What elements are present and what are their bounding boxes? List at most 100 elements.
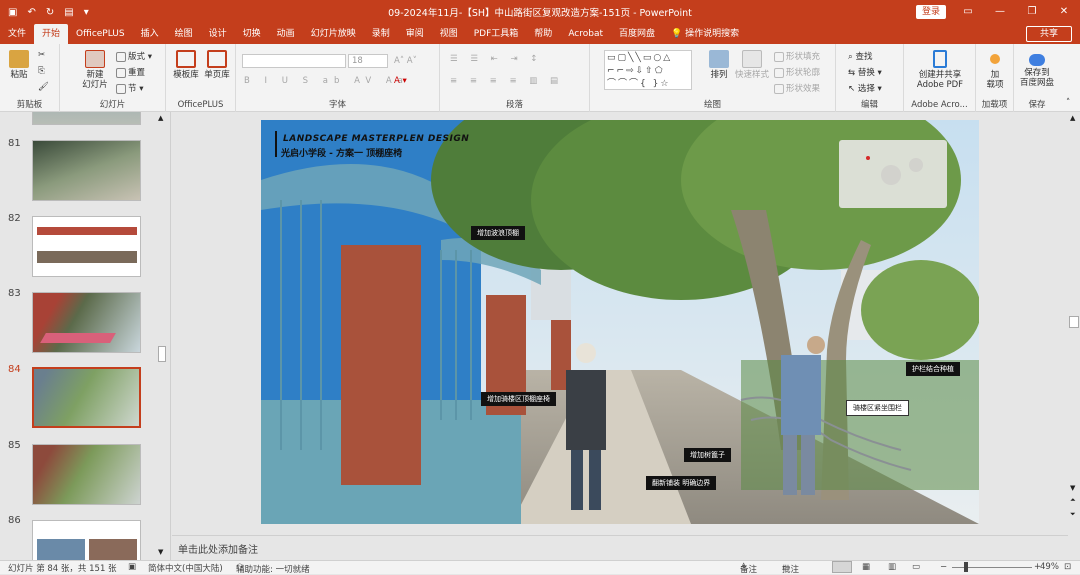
select-button[interactable]: ↖ 选择 ▾: [848, 82, 882, 94]
login-button[interactable]: 登录: [916, 5, 946, 19]
section-button[interactable]: 节 ▾: [116, 82, 143, 94]
present-icon[interactable]: ▤: [64, 7, 73, 18]
current-slide[interactable]: LANDSCAPE MASTERPLEN DESIGN 光启小学段 - 方案一 …: [261, 120, 979, 524]
callout-new-paving: 翻新铺装 明确边界: [646, 476, 717, 490]
quick-styles-button[interactable]: 快速样式: [734, 50, 770, 80]
language-status[interactable]: 简体中文(中国大陆): [148, 562, 223, 574]
cut-icon[interactable]: ✂: [38, 50, 45, 60]
reset-button[interactable]: 重置: [116, 66, 145, 78]
layout-button[interactable]: 版式 ▾: [116, 50, 152, 62]
pane-divider: [170, 112, 171, 560]
shapes-gallery[interactable]: ▭▢╲╲▭○△ ⌐⌐⇨⇩⇧⬠ ⌒⌒⌒{ }☆: [604, 50, 692, 90]
normal-view-icon[interactable]: [832, 561, 852, 573]
undo-icon[interactable]: ↶: [27, 7, 35, 18]
find-button[interactable]: ⌕ 查找: [848, 50, 872, 62]
addins-button[interactable]: 加 载项: [980, 50, 1010, 90]
format-painter-icon[interactable]: 🖌: [38, 82, 49, 92]
scroll-down-icon[interactable]: ▼: [1070, 484, 1075, 492]
layout-icon: [116, 51, 126, 62]
ribbon-display-icon[interactable]: ▭: [952, 0, 984, 24]
thumbnails-scrollbar[interactable]: ▲ ▼: [156, 112, 168, 560]
close-icon[interactable]: ✕: [1048, 0, 1080, 24]
collapse-ribbon-icon[interactable]: ˄: [1066, 98, 1070, 108]
tell-me-search[interactable]: 💡 操作说明搜索: [663, 24, 747, 44]
font-grow-icon[interactable]: A˄ A˅: [394, 56, 417, 66]
tab-acrobat[interactable]: Acrobat: [560, 24, 611, 44]
create-share-pdf-button[interactable]: 创建并共享 Adobe PDF: [908, 50, 972, 90]
tab-baidu[interactable]: 百度网盘: [611, 24, 663, 44]
slide-sorter-icon[interactable]: ▦: [862, 562, 870, 572]
list-icons[interactable]: ☰ ☰ ⇤ ⇥ ↕: [450, 54, 542, 64]
tab-pdf-toolbox[interactable]: PDF工具箱: [466, 24, 527, 44]
zoom-out-icon[interactable]: −: [940, 562, 947, 572]
font-format-icons[interactable]: B I U S ab AV Aa: [244, 76, 409, 86]
slide-scrollbar[interactable]: ▲ ▼ ⏶ ⏷: [1068, 112, 1080, 535]
tab-file[interactable]: 文件: [0, 24, 34, 44]
shape-effects-button[interactable]: 形状效果: [774, 82, 820, 94]
slide-title-cn: 光启小学段 - 方案一 顶棚座椅: [281, 149, 403, 159]
scroll-down-icon[interactable]: ▼: [158, 548, 163, 556]
customize-icon[interactable]: ▾: [84, 7, 89, 18]
font-size-field[interactable]: 18: [348, 54, 388, 68]
tab-help[interactable]: 帮助: [526, 24, 560, 44]
new-slide-button[interactable]: 新建 幻灯片: [78, 50, 112, 90]
zoom-slider-thumb[interactable]: [964, 562, 968, 572]
tab-home[interactable]: 开始: [34, 24, 69, 44]
slideshow-view-icon[interactable]: ▭: [912, 562, 920, 572]
minimize-icon[interactable]: —: [984, 0, 1016, 24]
slide-thumbnail[interactable]: [32, 292, 141, 353]
previous-slide-icon[interactable]: ⏶: [1070, 496, 1076, 505]
maximize-icon[interactable]: ❐: [1016, 0, 1048, 24]
share-button[interactable]: 共享: [1026, 26, 1072, 42]
reading-view-icon[interactable]: ▥: [888, 562, 896, 572]
save-icon[interactable]: ▣: [8, 7, 17, 18]
slide-thumbnail[interactable]: [32, 112, 141, 125]
copy-icon[interactable]: ⎘: [38, 66, 45, 76]
tab-insert[interactable]: 插入: [133, 24, 167, 44]
slide-thumbnail[interactable]: [32, 216, 141, 277]
group-clipboard: 粘贴 ✂ ⎘ 🖌 剪贴板: [0, 44, 60, 112]
slide-title-en: LANDSCAPE MASTERPLEN DESIGN: [283, 134, 470, 144]
font-name-field[interactable]: [242, 54, 346, 68]
tab-record[interactable]: 录制: [364, 24, 398, 44]
tab-slideshow[interactable]: 幻灯片放映: [303, 24, 364, 44]
spellcheck-icon[interactable]: ▣: [128, 562, 136, 572]
notes-pane[interactable]: 单击此处添加备注: [172, 535, 1068, 559]
shape-outline-button[interactable]: 形状轮廓: [774, 66, 820, 78]
arrange-button[interactable]: 排列: [702, 50, 736, 80]
search-icon: ⌕: [848, 52, 853, 62]
save-to-baidu-button[interactable]: 保存到 百度网盘: [1014, 50, 1060, 88]
tab-transitions[interactable]: 切换: [235, 24, 269, 44]
cloud-icon: [1029, 54, 1045, 66]
addins-icon: [990, 54, 1000, 64]
tab-view[interactable]: 视图: [432, 24, 466, 44]
scroll-up-icon[interactable]: ▲: [158, 114, 163, 122]
zoom-level[interactable]: 49%: [1040, 562, 1059, 572]
redo-icon[interactable]: ↻: [46, 7, 54, 18]
shape-fill-button[interactable]: 形状填充: [774, 50, 820, 62]
font-color-icon[interactable]: A ▾: [394, 76, 407, 86]
scroll-up-icon[interactable]: ▲: [1070, 114, 1075, 122]
tab-officeplus[interactable]: OfficePLUS: [68, 24, 133, 44]
next-slide-icon[interactable]: ⏷: [1070, 510, 1076, 519]
tab-design[interactable]: 设计: [201, 24, 235, 44]
slide-thumbnail-selected[interactable]: [32, 367, 141, 428]
replace-button[interactable]: ⇆ 替换 ▾: [848, 66, 882, 78]
slide-thumbnail[interactable]: [32, 520, 141, 560]
tab-draw[interactable]: 绘图: [167, 24, 201, 44]
scroll-thumb[interactable]: [1069, 316, 1079, 328]
notes-placeholder: 单击此处添加备注: [178, 545, 258, 556]
slide-thumbnail[interactable]: [32, 444, 141, 505]
single-page-library-button[interactable]: 单页库: [202, 50, 232, 80]
template-library-button[interactable]: 模板库: [172, 50, 200, 80]
slide-number: 83: [8, 288, 21, 299]
slide-thumbnail[interactable]: [32, 140, 141, 201]
fit-slide-icon[interactable]: ⊡: [1064, 562, 1071, 572]
tab-review[interactable]: 审阅: [398, 24, 432, 44]
callout-railing-planting: 护栏结合种植: [906, 362, 960, 376]
scroll-thumb[interactable]: [158, 346, 166, 362]
align-icons[interactable]: ≡ ≡ ≡ ≡ ▥ ▤: [450, 76, 563, 86]
slide-count: 幻灯片 第 84 张，共 151 张: [8, 564, 117, 574]
paste-button[interactable]: 粘贴: [6, 50, 32, 80]
tab-animations[interactable]: 动画: [269, 24, 303, 44]
